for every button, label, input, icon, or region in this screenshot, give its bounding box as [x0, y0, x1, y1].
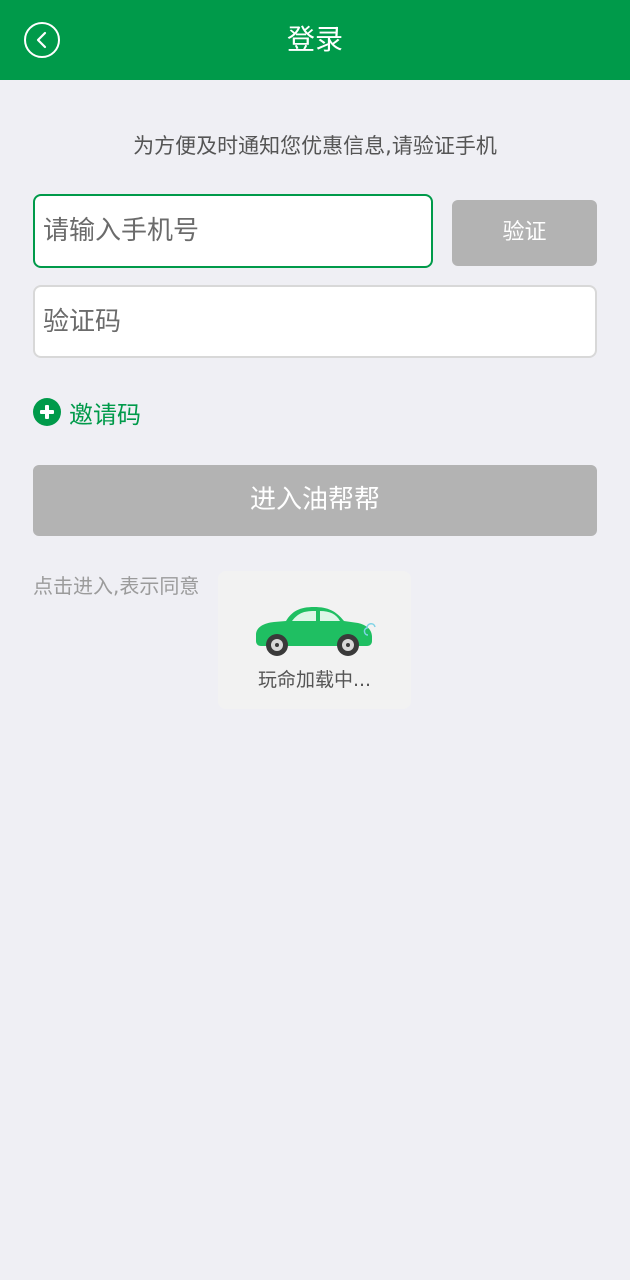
header-bar: 登录 [0, 0, 630, 80]
car-icon [256, 607, 376, 656]
verify-button[interactable]: 验证 [452, 200, 597, 266]
loading-text: 玩命加载中... [257, 669, 372, 691]
page-title: 登录 [286, 23, 343, 56]
verify-notice: 为方便及时通知您优惠信息,请验证手机 [133, 134, 497, 158]
enter-app-button[interactable]: 进入油帮帮 [33, 465, 597, 536]
invite-code-label: 邀请码 [69, 400, 141, 429]
verification-code-input[interactable] [33, 285, 597, 358]
phone-number-input[interactable] [33, 194, 433, 268]
plus-circle-icon [33, 398, 61, 426]
invite-code-toggle[interactable]: 邀请码 [33, 392, 141, 432]
loading-toast: 玩命加载中... [218, 571, 411, 709]
agreement-text: 点击进入,表示同意 [33, 574, 200, 598]
